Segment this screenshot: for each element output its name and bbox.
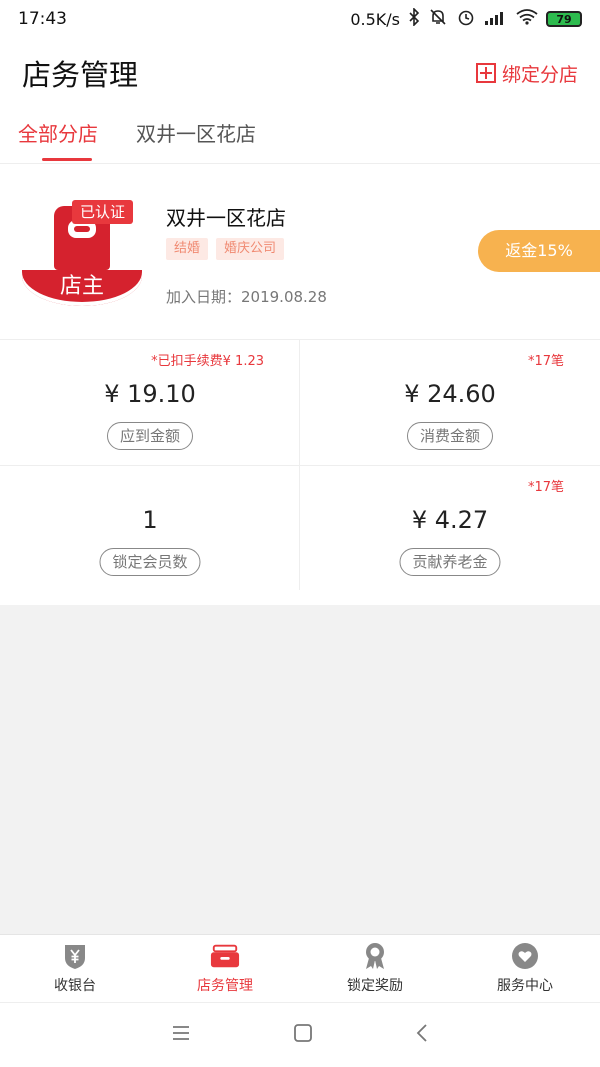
status-time: 17:43 xyxy=(18,9,67,29)
signal-icon xyxy=(484,9,508,29)
shop-tag: 婚庆公司 xyxy=(216,238,285,260)
home-icon[interactable] xyxy=(293,1023,313,1047)
shop-card[interactable]: 店主 已认证 双井一区花店 结婚 婚庆公司 加入日期：2019.08.28 返金… xyxy=(0,164,600,339)
cashier-shield-icon xyxy=(60,943,90,969)
shop-tag: 结婚 xyxy=(166,238,209,260)
wifi-icon xyxy=(516,9,538,29)
battery-icon: 79 xyxy=(546,11,582,27)
header: 店务管理 绑定分店 xyxy=(0,38,600,108)
stat-value: ¥ 19.10 xyxy=(104,380,196,408)
nav-label: 店务管理 xyxy=(197,977,253,994)
stat-value: ¥ 24.60 xyxy=(404,380,496,408)
stat-value: 1 xyxy=(142,506,158,534)
stat-label: 贡献养老金 xyxy=(399,548,501,576)
tab-all-branches[interactable]: 全部分店 xyxy=(18,108,98,163)
branch-tabs: 全部分店 双井一区花店 xyxy=(0,108,600,164)
stat-value: ¥ 4.27 xyxy=(411,506,489,534)
stat-consumption-amount[interactable]: *17笔 ¥ 24.60 消费金额 xyxy=(300,340,600,465)
stat-label: 应到金额 xyxy=(106,422,194,450)
stat-pension-contribution[interactable]: *17笔 ¥ 4.27 贡献养老金 xyxy=(300,466,600,591)
stat-note: *17笔 xyxy=(527,354,564,369)
bottom-nav: 收银台 店务管理 锁定奖励 服务中心 xyxy=(0,934,600,1002)
horizontal-divider xyxy=(0,465,600,466)
logo-owner-label: 店主 xyxy=(22,270,142,306)
bluetooth-icon xyxy=(408,7,420,30)
stat-note: *已扣手续费¥ 1.23 xyxy=(151,354,264,369)
store-box-icon xyxy=(210,943,240,969)
award-ribbon-icon xyxy=(360,942,390,969)
system-nav-bar xyxy=(0,1002,600,1067)
bind-branch-label: 绑定分店 xyxy=(501,63,578,86)
status-icons: 0.5K/s 79 xyxy=(350,7,582,30)
nav-label: 锁定奖励 xyxy=(347,977,403,994)
mute-bell-icon xyxy=(428,8,448,30)
verified-badge: 已认证 xyxy=(72,200,134,224)
nav-cashier[interactable]: 收银台 xyxy=(0,935,150,1002)
rebate-badge: 返金15% xyxy=(478,230,600,272)
menu-icon[interactable] xyxy=(171,1025,191,1045)
tab-shuangjing-flower-shop[interactable]: 双井一区花店 xyxy=(136,108,256,163)
status-bar: 17:43 0.5K/s 79 xyxy=(0,0,600,38)
join-date: 加入日期：2019.08.28 xyxy=(166,288,327,306)
shop-name: 双井一区花店 xyxy=(166,206,286,230)
alarm-icon xyxy=(456,8,476,30)
shop-tags: 结婚 婚庆公司 xyxy=(166,238,285,260)
network-speed: 0.5K/s xyxy=(350,9,400,29)
nav-store-management[interactable]: 店务管理 xyxy=(150,935,300,1002)
page-title: 店务管理 xyxy=(22,58,139,92)
nav-label: 收银台 xyxy=(54,977,96,994)
stat-amount-due[interactable]: *已扣手续费¥ 1.23 ¥ 19.10 应到金额 xyxy=(0,340,300,465)
bind-branch-button[interactable]: 绑定分店 xyxy=(475,60,578,87)
nav-service-center[interactable]: 服务中心 xyxy=(450,935,600,1002)
add-square-icon xyxy=(475,63,496,83)
heart-circle-icon xyxy=(510,942,540,969)
stat-label: 消费金额 xyxy=(406,422,494,450)
stats-panel: *已扣手续费¥ 1.23 ¥ 19.10 应到金额 *17笔 ¥ 24.60 消… xyxy=(0,339,600,605)
stat-label: 锁定会员数 xyxy=(99,548,201,576)
stat-locked-members[interactable]: 1 锁定会员数 xyxy=(0,466,300,591)
nav-label: 服务中心 xyxy=(497,977,553,994)
nav-lock-rewards[interactable]: 锁定奖励 xyxy=(300,935,450,1002)
stat-note: *17笔 xyxy=(527,480,564,495)
back-icon[interactable] xyxy=(415,1023,429,1047)
